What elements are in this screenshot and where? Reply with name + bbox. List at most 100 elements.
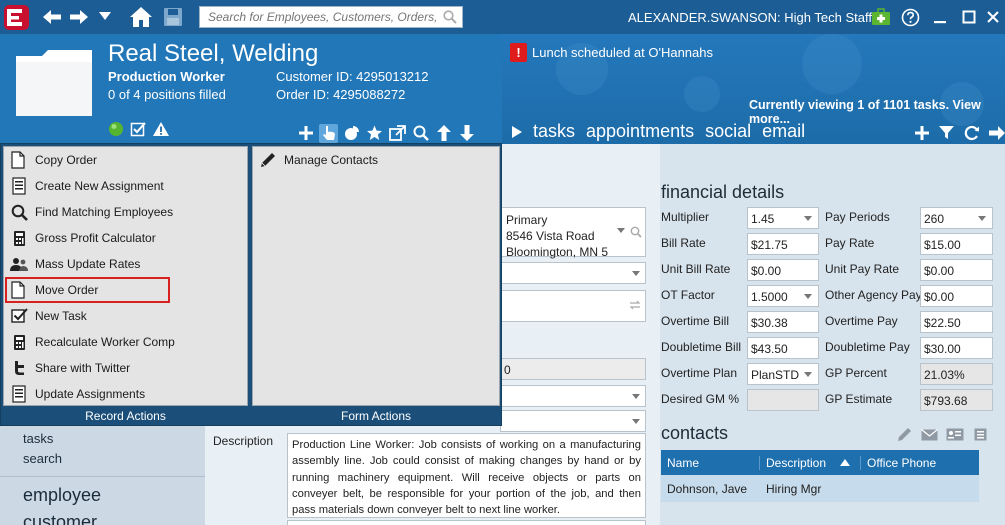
select-3-dropdown-icon[interactable] — [632, 394, 640, 399]
select-field-3[interactable] — [500, 385, 646, 407]
financial-field[interactable]: $30.00 — [920, 337, 993, 359]
close-icon[interactable] — [982, 6, 1004, 28]
financial-field[interactable]: $30.38 — [747, 311, 819, 333]
select-field-4[interactable] — [500, 410, 646, 432]
menu-find-matching-employees[interactable]: Find Matching Employees — [6, 200, 245, 224]
select-field-1[interactable] — [500, 262, 646, 284]
financial-field[interactable]: PlanSTD — [747, 363, 819, 385]
positions-filled: 0 of 4 positions filled — [108, 87, 226, 102]
alert-badge[interactable]: ! — [510, 43, 527, 62]
alert-text[interactable]: Lunch scheduled at O'Hannahs — [532, 45, 713, 60]
tab-appointments[interactable]: appointments — [586, 121, 694, 142]
help-icon[interactable] — [899, 6, 921, 28]
swap-icon[interactable] — [629, 299, 641, 311]
edit-contact-icon[interactable] — [897, 427, 912, 442]
column-name[interactable]: Name — [661, 455, 760, 470]
customer-id: Customer ID: 4295013212 — [276, 69, 429, 84]
filter-icon[interactable] — [937, 123, 956, 142]
check-status-icon[interactable] — [130, 121, 146, 137]
arrow-up-icon[interactable] — [434, 124, 453, 143]
nav-customer[interactable]: customer — [23, 512, 97, 525]
nav-tasks[interactable]: tasks — [23, 431, 53, 446]
financial-field[interactable]: $21.75 — [747, 233, 819, 255]
select-4-dropdown-icon[interactable] — [632, 419, 640, 424]
contact-description: Hiring Mgr — [766, 481, 822, 496]
menu-copy-order[interactable]: Copy Order — [6, 148, 245, 172]
save-icon[interactable] — [162, 6, 184, 28]
tab-email[interactable]: email — [762, 121, 805, 142]
description-field[interactable]: Production Line Worker: Job consists of … — [287, 433, 646, 518]
arrow-down-icon[interactable] — [457, 124, 476, 143]
financial-label: Overtime Pay — [825, 314, 898, 328]
tab-tasks[interactable]: tasks — [533, 121, 575, 142]
column-description[interactable]: Description — [760, 456, 840, 470]
nav-divider — [0, 476, 205, 477]
search-icon[interactable] — [443, 10, 457, 24]
menu-mass-update-rates[interactable]: Mass Update Rates — [6, 252, 245, 276]
warning-icon[interactable] — [152, 121, 170, 137]
financial-field[interactable]: $22.50 — [920, 311, 993, 333]
financial-field[interactable]: 1.45 — [747, 207, 819, 229]
status-green-icon[interactable] — [108, 121, 124, 137]
address-field[interactable]: Primary 8546 Vista Road Bloomington, MN … — [500, 207, 646, 259]
menu-manage-contacts[interactable]: Manage Contacts — [255, 148, 494, 172]
app-logo[interactable] — [3, 4, 30, 31]
play-icon[interactable] — [512, 125, 522, 138]
forward-arrow-icon[interactable] — [68, 6, 90, 28]
minimize-icon[interactable] — [929, 6, 951, 28]
copy-icon — [10, 151, 28, 169]
nav-search[interactable]: search — [23, 451, 62, 466]
global-search[interactable] — [199, 6, 463, 28]
text-field-2[interactable] — [500, 290, 646, 322]
refresh-icon[interactable] — [962, 123, 981, 142]
financial-field[interactable]: $0.00 — [920, 259, 993, 281]
column-office-phone[interactable]: Office Phone — [860, 455, 936, 470]
financial-field[interactable]: $43.50 — [747, 337, 819, 359]
contacts-header-row: Name Description Office Phone — [661, 450, 979, 475]
first-aid-icon[interactable] — [870, 6, 892, 28]
menu-share-with-twitter[interactable]: Share with Twitter — [6, 356, 245, 380]
financial-field[interactable]: 1.5000 — [747, 285, 819, 307]
next-field[interactable] — [287, 520, 646, 525]
menu-recalculate-worker-comp[interactable]: Recalculate Worker Comp — [6, 330, 245, 354]
sort-asc-icon[interactable] — [840, 459, 860, 466]
contacts-title: contacts — [661, 423, 729, 443]
tab-social[interactable]: social — [705, 121, 751, 142]
menu-new-task[interactable]: New Task — [6, 304, 245, 328]
select-1-dropdown-icon[interactable] — [632, 271, 640, 276]
arrow-right-icon[interactable] — [987, 123, 1005, 142]
phone-list-icon[interactable] — [974, 428, 987, 441]
email-contact-icon[interactable] — [921, 429, 938, 441]
history-dropdown-icon[interactable] — [94, 6, 116, 28]
menu-move-order[interactable]: Move Order — [5, 277, 170, 303]
financial-field[interactable]: $0.00 — [920, 285, 993, 307]
menu-create-new-assignment[interactable]: Create New Assignment — [6, 174, 245, 198]
share-icon[interactable] — [388, 124, 407, 143]
search-input[interactable] — [200, 7, 438, 27]
address-search-icon[interactable] — [630, 226, 642, 238]
vcard-icon[interactable] — [946, 428, 964, 441]
record-actions-panel: Copy Order Create New Assignment Find Ma… — [3, 146, 248, 406]
financial-label: Pay Periods — [825, 210, 890, 224]
maximize-icon[interactable] — [958, 6, 980, 28]
financial-field: 21.03% — [920, 363, 993, 385]
financial-field — [747, 389, 819, 411]
financial-field[interactable]: $0.00 — [747, 259, 819, 281]
home-icon[interactable] — [128, 6, 154, 28]
nav-employee[interactable]: employee — [23, 485, 101, 506]
menu-gross-profit-calculator[interactable]: Gross Profit Calculator — [6, 226, 245, 250]
back-arrow-icon[interactable] — [41, 6, 63, 28]
pie-chart-icon[interactable] — [342, 124, 361, 143]
add-icon[interactable] — [296, 124, 315, 143]
address-dropdown-icon[interactable] — [617, 228, 625, 233]
menu-update-assignments[interactable]: Update Assignments — [6, 382, 245, 406]
table-row[interactable]: Dohnson, Jave Hiring Mgr — [661, 475, 979, 502]
add-task-icon[interactable] — [912, 123, 931, 142]
actions-pointer-icon[interactable] — [319, 123, 338, 143]
search-icon[interactable] — [411, 124, 430, 143]
record-toolbar — [296, 122, 476, 144]
financial-field[interactable]: 260 — [920, 207, 993, 229]
financial-field[interactable]: $15.00 — [920, 233, 993, 255]
financial-label: Unit Pay Rate — [825, 262, 900, 276]
star-icon[interactable] — [365, 124, 384, 143]
